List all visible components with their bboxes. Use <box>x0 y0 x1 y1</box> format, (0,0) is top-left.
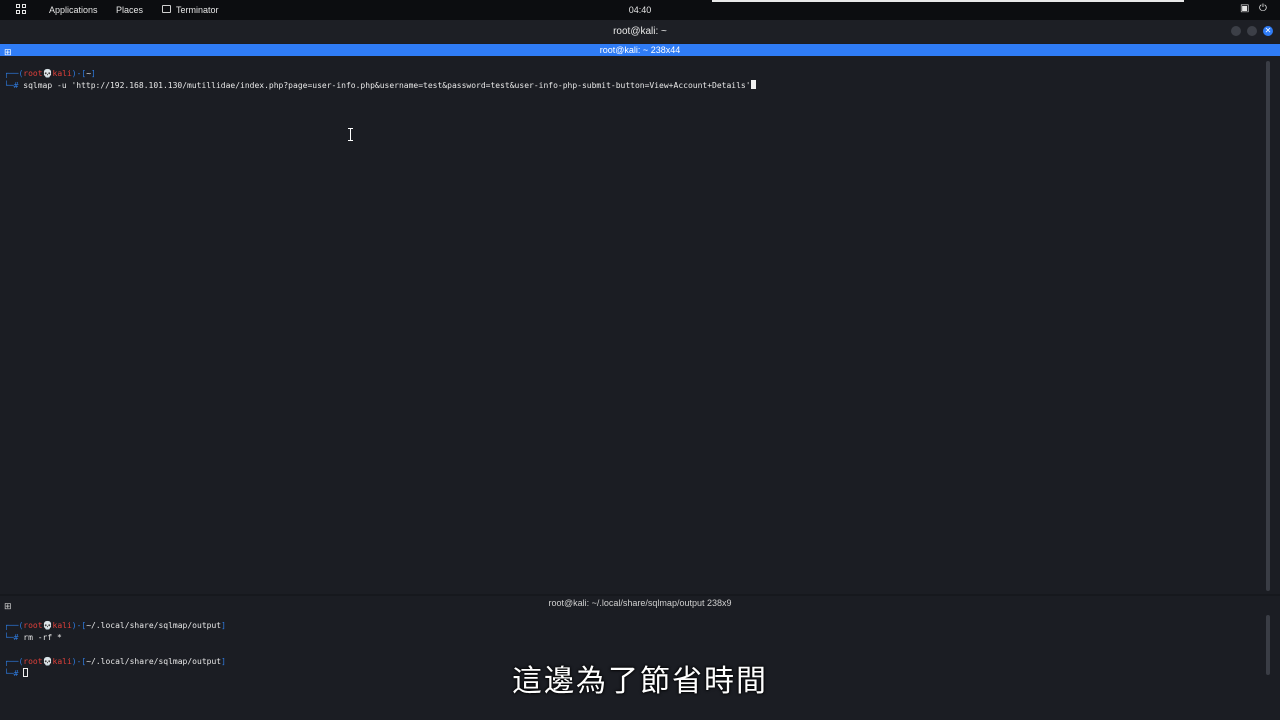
progress-line <box>712 0 1184 2</box>
close-button[interactable]: ✕ <box>1263 26 1273 36</box>
power-icon[interactable]: ⏻ <box>1259 4 1267 14</box>
terminal-top-titlebar[interactable]: ⊞ root@kali: ~ 238x44 <box>0 44 1280 57</box>
text-cursor <box>750 80 756 89</box>
clock[interactable]: 04:40 <box>0 5 1280 15</box>
terminal-bottom-title: root@kali: ~/.local/share/sqlmap/output … <box>548 598 732 608</box>
screen-icon[interactable]: ▣ <box>1240 4 1249 14</box>
maximize-button[interactable] <box>1247 26 1257 36</box>
minimize-button[interactable] <box>1231 26 1241 36</box>
terminal-top-title: root@kali: ~ 238x44 <box>599 45 681 55</box>
video-subtitle: 這邊為了節省時間 <box>512 664 768 699</box>
ibeam-cursor-icon <box>348 128 353 141</box>
scrollbar[interactable] <box>1266 61 1270 591</box>
command-text: sqlmap -u 'http://192.168.101.130/mutill… <box>23 81 751 90</box>
terminal-bottom-titlebar[interactable]: ⊞ root@kali: ~/.local/share/sqlmap/outpu… <box>0 596 1280 611</box>
prompt-line: ┌──(root💀kali)-[~] <box>4 69 96 78</box>
terminal-top-pane[interactable]: ┌──(root💀kali)-[~] └─# sqlmap -u 'http:/… <box>0 57 1272 594</box>
prompt-line: ┌──(root💀kali)-[~/.local/share/sqlmap/ou… <box>4 621 226 630</box>
top-panel: Applications Places Terminator 04:40 ▣ ⏻ <box>0 0 1280 20</box>
command-line[interactable]: └─# sqlmap -u 'http://192.168.101.130/mu… <box>4 80 756 92</box>
command-line[interactable]: └─# rm -rf * <box>4 632 62 644</box>
window-title: root@kali: ~ <box>0 20 1280 43</box>
